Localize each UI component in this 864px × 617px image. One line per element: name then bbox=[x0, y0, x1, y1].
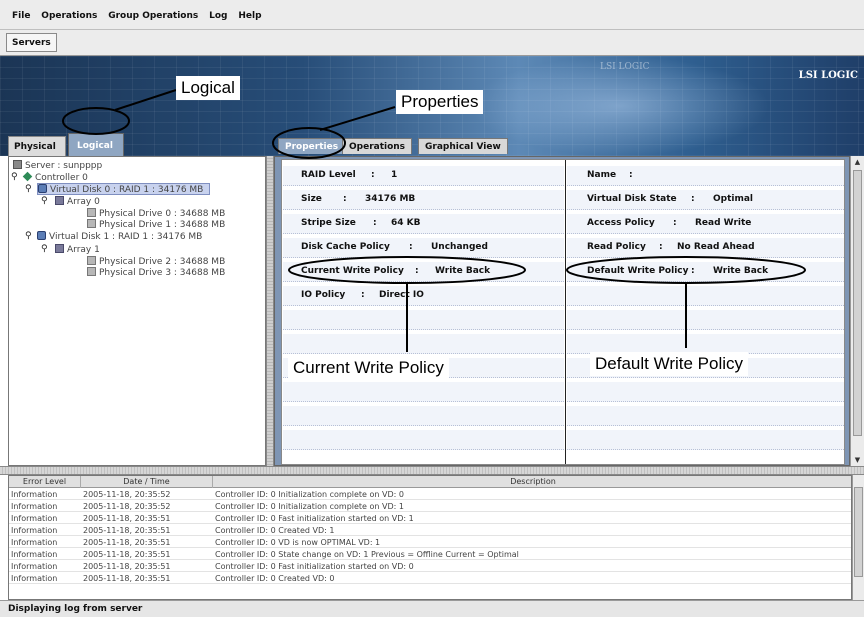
logical-callout-line bbox=[114, 89, 177, 111]
default-write-highlight-ellipse bbox=[566, 256, 806, 284]
logical-highlight-ellipse bbox=[62, 107, 130, 135]
callout-current-write-policy: Current Write Policy bbox=[288, 356, 449, 380]
properties-highlight-ellipse bbox=[272, 127, 346, 159]
callout-logical: Logical bbox=[176, 76, 240, 100]
current-write-highlight-ellipse bbox=[288, 256, 526, 284]
callout-default-write-policy: Default Write Policy bbox=[590, 352, 749, 376]
callout-properties: Properties bbox=[396, 90, 484, 114]
properties-callout-line bbox=[319, 106, 396, 131]
